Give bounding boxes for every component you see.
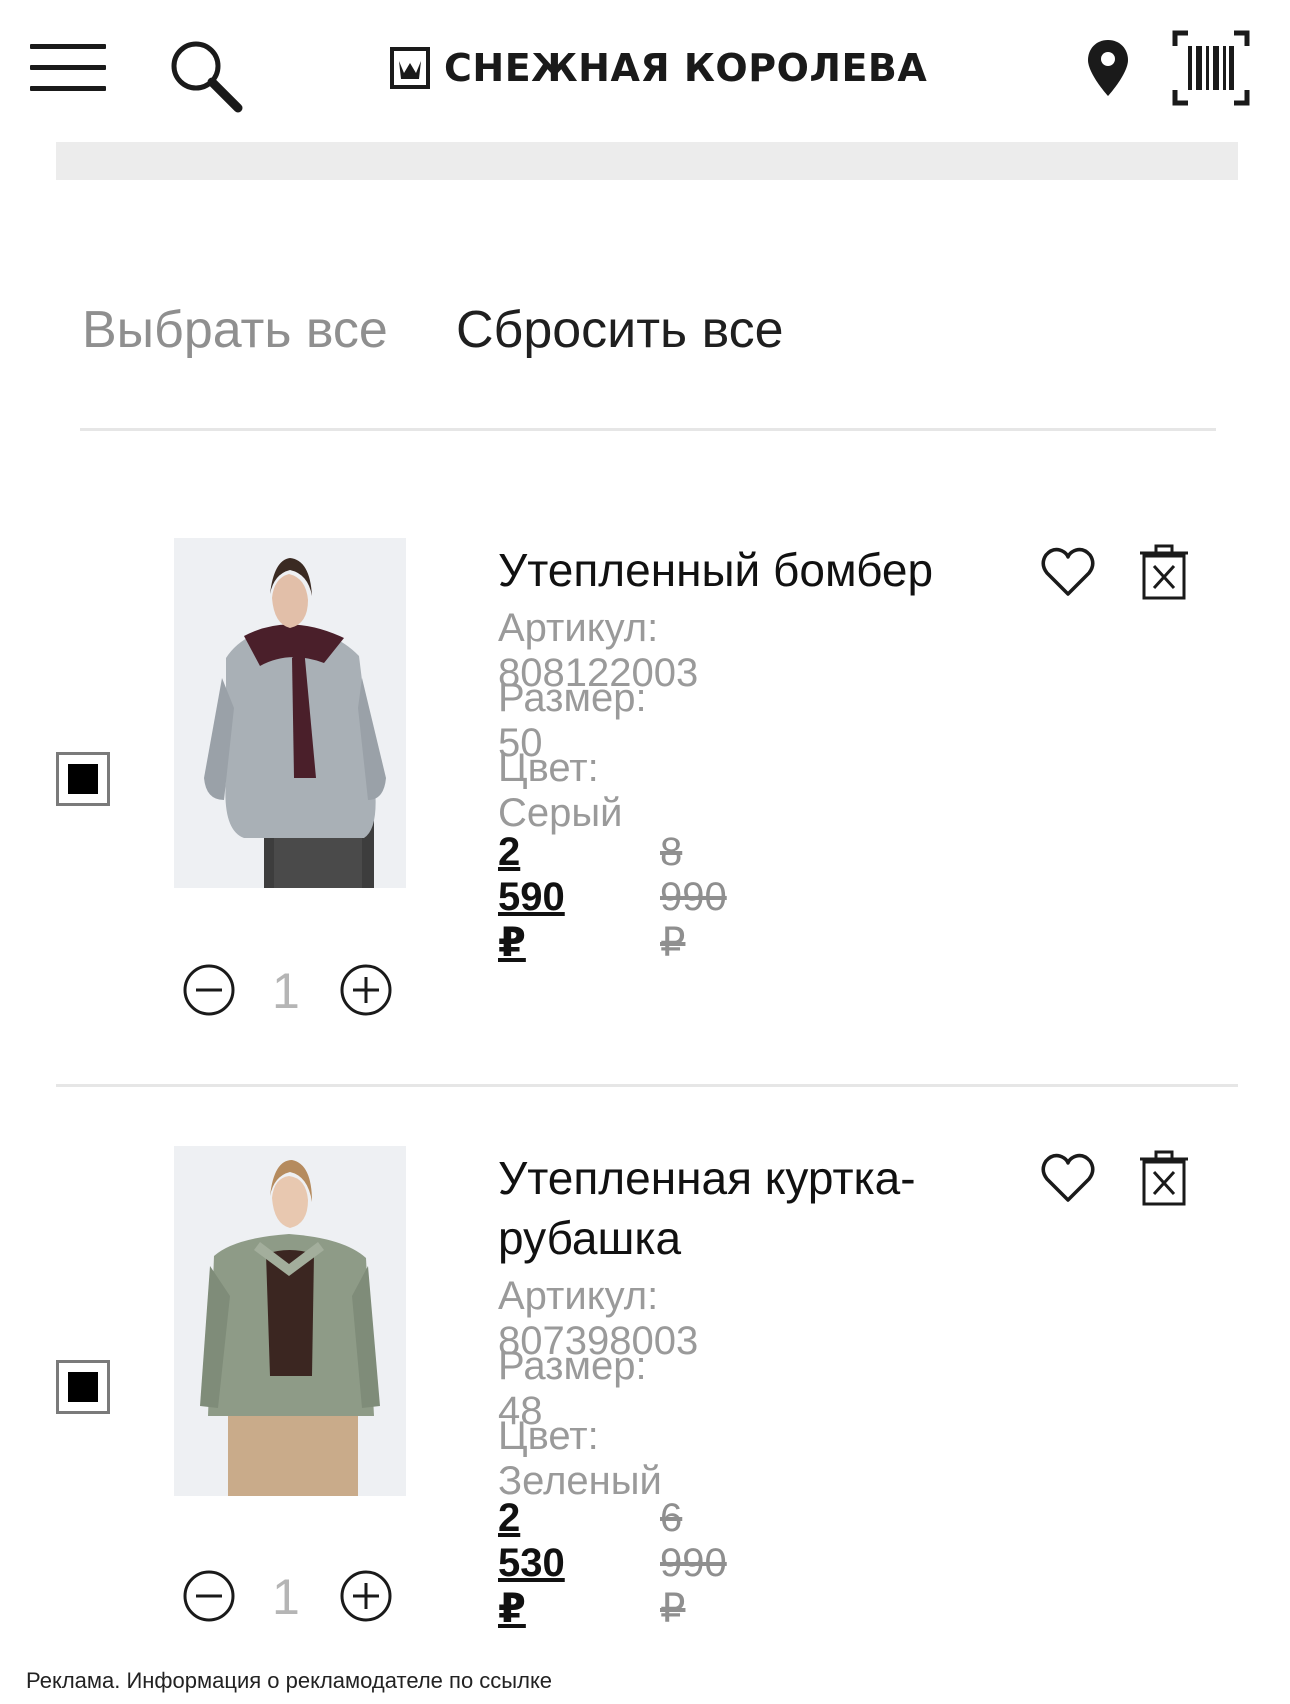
product-price: 2 530 ₽ [498, 1496, 565, 1631]
reset-all-button[interactable]: Сбросить все [456, 300, 784, 360]
product-title[interactable]: Утепленная куртка-рубашка [498, 1148, 998, 1268]
favorite-heart-icon[interactable] [1040, 1150, 1096, 1206]
advertising-disclaimer-link[interactable]: Реклама. Информация о рекламодателе по с… [26, 1668, 552, 1694]
promo-banner-placeholder [56, 142, 1238, 180]
product-old-price: 6 990 ₽ [660, 1496, 727, 1631]
location-pin-icon[interactable] [1086, 38, 1130, 98]
divider [56, 1084, 1238, 1087]
quantity-value: 1 [272, 963, 300, 1019]
product-image[interactable] [174, 1146, 406, 1496]
quantity-value: 1 [272, 1569, 300, 1625]
checkbox-checked-mark [68, 1372, 98, 1402]
increase-quantity-icon[interactable] [340, 1570, 392, 1622]
product-price: 2 590 ₽ [498, 830, 565, 965]
brand-name: СНЕЖНАЯ КОРОЛЕВА [444, 46, 928, 90]
item-checkbox[interactable] [56, 1360, 110, 1414]
product-color: Цвет: Зеленый [498, 1414, 662, 1503]
product-image[interactable] [174, 538, 406, 888]
brand-logo[interactable]: СНЕЖНАЯ КОРОЛЕВА [390, 44, 927, 92]
increase-quantity-icon[interactable] [340, 964, 392, 1016]
product-title[interactable]: Утепленный бомбер [498, 540, 998, 600]
divider [80, 428, 1216, 431]
decrease-quantity-icon[interactable] [183, 964, 235, 1016]
favorite-heart-icon[interactable] [1040, 544, 1096, 600]
hamburger-menu-icon[interactable] [30, 44, 106, 92]
product-old-price: 8 990 ₽ [660, 830, 727, 965]
item-checkbox[interactable] [56, 752, 110, 806]
barcode-scanner-icon[interactable] [1172, 30, 1250, 106]
product-color: Цвет: Серый [498, 746, 623, 835]
crown-logo-icon [390, 47, 430, 89]
delete-trash-icon[interactable] [1140, 544, 1188, 600]
search-icon[interactable] [166, 38, 244, 114]
decrease-quantity-icon[interactable] [183, 1570, 235, 1622]
delete-trash-icon[interactable] [1140, 1150, 1188, 1206]
checkbox-checked-mark [68, 764, 98, 794]
select-all-button[interactable]: Выбрать все [82, 300, 388, 360]
